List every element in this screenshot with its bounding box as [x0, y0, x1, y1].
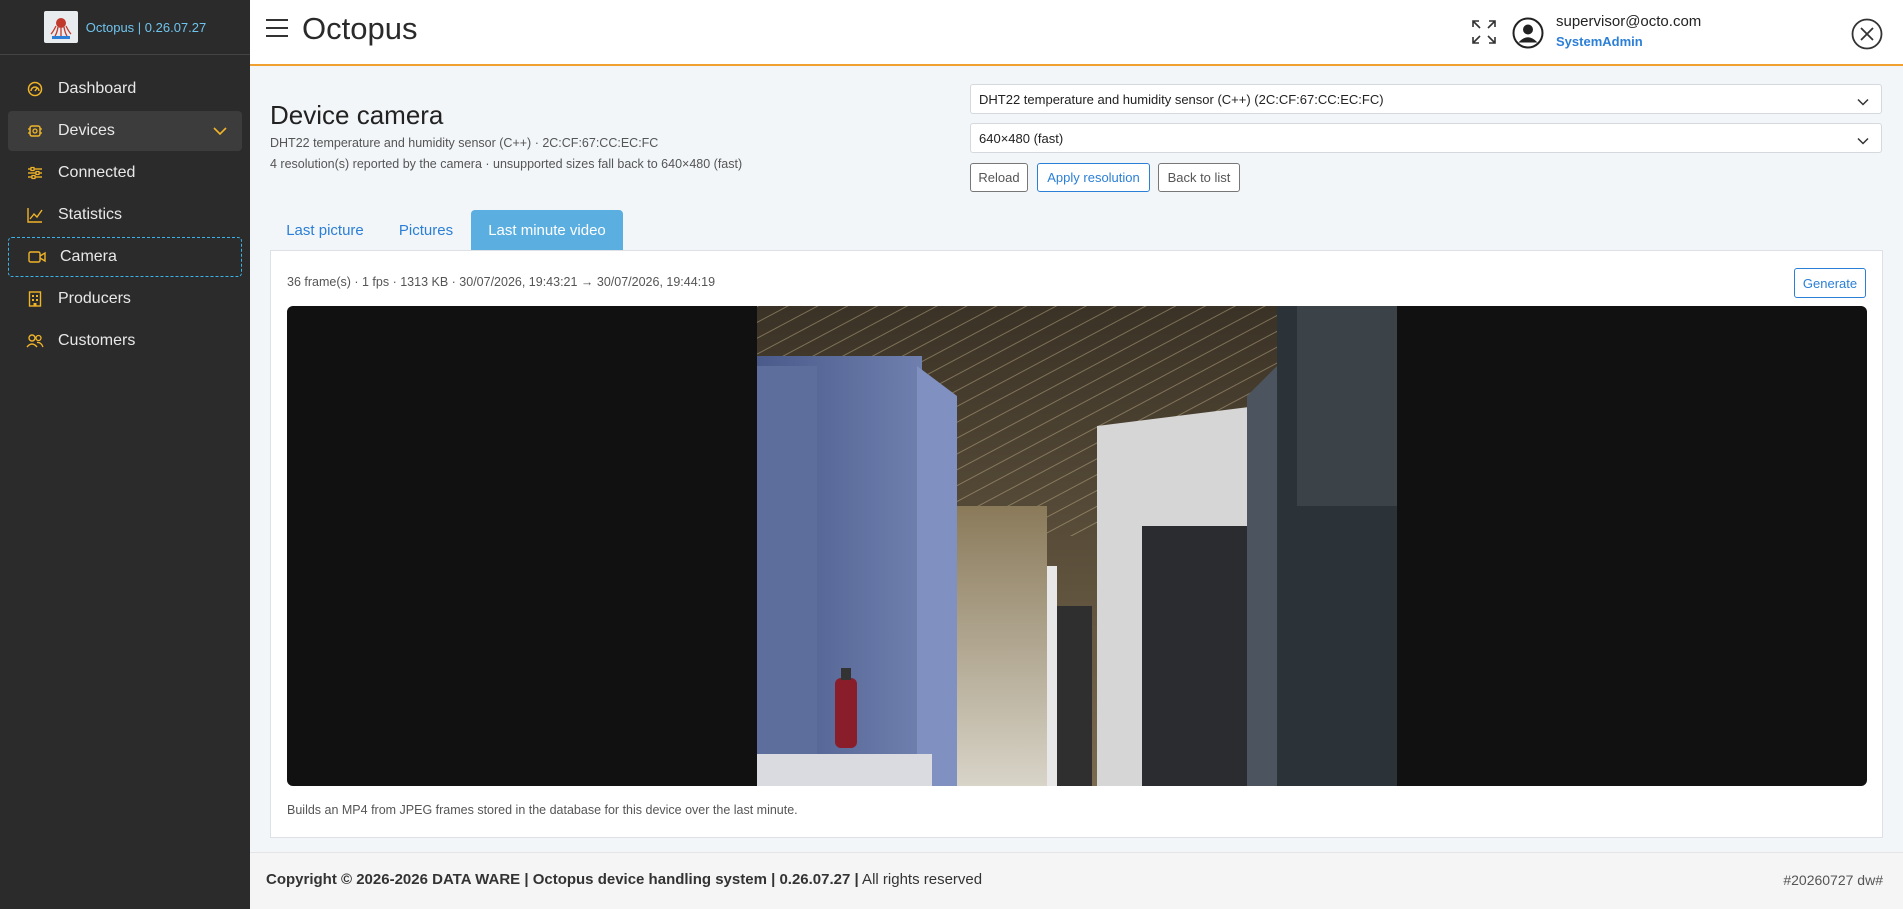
sidebar: Octopus | 0.26.07.27 Dashboard Devices C…	[0, 0, 250, 909]
chevron-down-icon	[1857, 133, 1869, 148]
app-title: Octopus	[302, 11, 418, 46]
sidebar-item-producers[interactable]: Producers	[8, 279, 242, 319]
tab-pictures[interactable]: Pictures	[386, 210, 466, 250]
tab-last-minute-video[interactable]: Last minute video	[471, 210, 623, 250]
tab-last-picture[interactable]: Last picture	[270, 210, 380, 250]
dashboard-icon	[26, 80, 44, 98]
brand[interactable]: Octopus | 0.26.07.27	[0, 0, 250, 55]
copyright-rest: All rights reserved	[858, 871, 983, 888]
sidebar-item-camera[interactable]: Camera	[8, 237, 242, 277]
hamburger-menu-icon[interactable]	[266, 19, 288, 39]
sidebar-item-connected[interactable]: Connected	[8, 153, 242, 193]
sidebar-item-label: Connected	[58, 164, 136, 181]
fullscreen-icon[interactable]	[1470, 18, 1498, 46]
back-to-list-button[interactable]: Back to list	[1158, 163, 1240, 192]
sidebar-item-dashboard[interactable]: Dashboard	[8, 69, 242, 109]
brand-name: Octopus | 0.26.07.27	[85, 19, 207, 35]
user-role[interactable]: SystemAdmin	[1556, 34, 1643, 49]
device-select-value: DHT22 temperature and humidity sensor (C…	[979, 91, 1384, 107]
top-header: Octopus supervisor@octo.com SystemAdmin	[250, 0, 1903, 66]
octopus-logo-icon	[43, 11, 78, 43]
statistics-icon	[26, 206, 44, 224]
chevron-down-icon	[1857, 94, 1869, 109]
customers-icon	[26, 332, 44, 350]
camera-icon	[28, 248, 46, 266]
footer: Copyright © 2026-2026 DATA WARE | Octopu…	[250, 852, 1903, 909]
sidebar-item-statistics[interactable]: Statistics	[8, 195, 242, 235]
sidebar-item-label: Statistics	[58, 206, 123, 223]
resolution-select-value: 640×480 (fast)	[979, 130, 1064, 146]
sidebar-item-devices[interactable]: Devices	[8, 111, 242, 151]
sidebar-nav: Dashboard Devices Connected Statistics C…	[0, 55, 250, 361]
chevron-down-icon	[212, 123, 228, 141]
devices-icon	[26, 122, 44, 140]
copyright-bold: Copyright © 2026-2026 DATA WARE | Octopu…	[266, 871, 859, 888]
sidebar-item-label: Producers	[58, 290, 131, 307]
close-icon[interactable]	[1851, 18, 1883, 50]
sidebar-item-label: Camera	[60, 248, 117, 265]
producers-icon	[26, 290, 44, 308]
generate-button[interactable]: Generate	[1794, 268, 1866, 298]
video-note: Builds an MP4 from JPEG frames stored in…	[287, 803, 798, 817]
video-panel: 36 frame(s) · 1 fps · 1313 KB · 30/07/20…	[270, 250, 1883, 838]
resolution-select[interactable]: 640×480 (fast)	[970, 123, 1882, 153]
device-select[interactable]: DHT22 temperature and humidity sensor (C…	[970, 84, 1882, 114]
sidebar-item-label: Devices	[58, 122, 115, 139]
sidebar-item-label: Dashboard	[58, 80, 137, 97]
page-title: Device camera	[270, 100, 444, 130]
video-frame	[757, 306, 1397, 786]
apply-resolution-button[interactable]: Apply resolution	[1037, 163, 1150, 192]
video-meta: 36 frame(s) · 1 fps · 1313 KB · 30/07/20…	[287, 275, 716, 289]
copyright: Copyright © 2026-2026 DATA WARE | Octopu…	[266, 871, 982, 888]
resolution-note: 4 resolution(s) reported by the camera ·…	[270, 157, 743, 171]
sidebar-item-customers[interactable]: Customers	[8, 321, 242, 361]
user-avatar-icon[interactable]	[1512, 17, 1544, 49]
user-email: supervisor@octo.com	[1556, 13, 1702, 30]
reload-button[interactable]: Reload	[970, 163, 1028, 192]
connected-icon	[26, 164, 44, 182]
sidebar-item-label: Customers	[58, 332, 136, 349]
video-player[interactable]	[287, 306, 1867, 786]
build-tag: #20260727 dw#	[1783, 872, 1883, 888]
device-subtitle: DHT22 temperature and humidity sensor (C…	[270, 136, 659, 150]
